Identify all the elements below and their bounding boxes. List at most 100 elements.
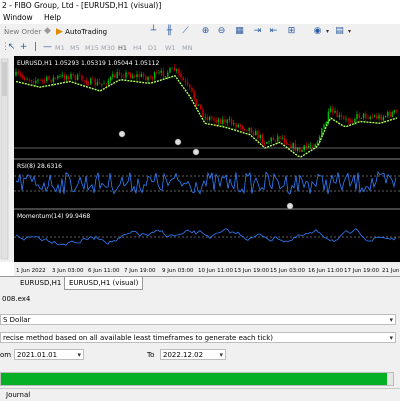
zoom-out-icon[interactable]: ⊖: [216, 26, 227, 37]
candle-body: [259, 134, 261, 139]
candle-body: [235, 123, 237, 128]
candle-body: [230, 119, 233, 125]
candle-body: [250, 127, 253, 133]
candle-body: [233, 123, 235, 125]
templates-dropdown-icon[interactable]: ▾: [344, 26, 355, 37]
time-axis-label: 16 Jun 11:00: [308, 268, 343, 274]
new-order-button[interactable]: New Order: [4, 26, 41, 38]
candle-body: [63, 74, 66, 80]
tab-journal[interactable]: Journal: [6, 389, 30, 401]
trade-marker: [192, 148, 200, 156]
tf-d1[interactable]: D1: [148, 42, 157, 54]
tf-m5[interactable]: M5: [70, 42, 80, 54]
tab-eurusd-h1[interactable]: EURUSD,H1: [16, 277, 65, 289]
scrollbar-thumb[interactable]: [2, 62, 7, 96]
candle-body: [72, 73, 74, 76]
crosshair-icon[interactable]: +: [18, 42, 29, 53]
time-axis: 1 Jun 2022 3 Jun 03:00 6 Jun 11:00 7 Jun 19…: [16, 268, 400, 274]
candle-body: [252, 132, 255, 136]
tf-mn[interactable]: MN: [182, 42, 192, 54]
tf-w1[interactable]: W1: [165, 42, 176, 54]
bar-chart-icon[interactable]: ┴: [148, 26, 159, 37]
expert-field: 008.ex4: [2, 295, 31, 303]
candle-body: [175, 69, 178, 71]
candle-body: [215, 120, 217, 123]
candle-body: [160, 70, 162, 73]
candle-body: [206, 116, 209, 121]
tab-eurusd-h1-visual[interactable]: EURUSD,H1 (visual): [64, 277, 144, 290]
vertical-line-icon[interactable]: |: [30, 42, 41, 53]
symbol-select[interactable]: S Dollar ▾: [0, 314, 396, 325]
candle-body: [255, 130, 257, 136]
model-select[interactable]: recise method based on all available lea…: [0, 332, 396, 343]
candle-body: [105, 83, 107, 85]
chart-tabs: EURUSD,H1 EURUSD,H1 (visual): [0, 276, 400, 291]
candle-body: [248, 127, 250, 131]
candle-body: [389, 111, 391, 117]
tf-m30[interactable]: M30: [101, 42, 115, 54]
candle-body: [90, 78, 92, 85]
candle-body: [266, 142, 268, 144]
candle-body: [98, 82, 101, 84]
autotrading-button[interactable]: ▶ AutoTrading: [56, 26, 107, 38]
price-chart[interactable]: EURUSD,H1 1.05293 1.05319 1.05044 1.0511…: [0, 56, 400, 276]
candle-body: [83, 80, 85, 81]
candle-body: [35, 80, 37, 83]
chart-shift-icon[interactable]: ⇥: [252, 26, 263, 37]
cursor-icon[interactable]: ↖: [6, 42, 17, 53]
tf-m1[interactable]: M1: [55, 42, 65, 54]
menu-help[interactable]: Help: [41, 11, 67, 24]
candle-body: [164, 76, 167, 77]
candle-body: [129, 73, 132, 78]
candle-body: [94, 78, 96, 86]
candle-body: [384, 116, 387, 117]
time-axis-label: 7 Jun 19:00: [124, 268, 156, 274]
tf-h4[interactable]: H4: [133, 42, 142, 54]
candle-body: [336, 111, 338, 118]
candle-body: [362, 113, 365, 119]
indicators-icon[interactable]: ⊞: [286, 26, 297, 37]
to-date-value: 2022.12.02: [163, 351, 204, 359]
to-date-field[interactable]: 2022.12.02 ▾: [160, 349, 226, 360]
candle-body: [312, 145, 314, 147]
candle-body: [204, 116, 206, 118]
menu-window[interactable]: Window: [0, 11, 39, 24]
chevron-down-icon: ▾: [389, 334, 393, 342]
chevron-down-icon: ▾: [77, 351, 81, 359]
symbol-value: S Dollar: [3, 316, 31, 324]
candle-body: [134, 76, 136, 78]
candle-body: [125, 72, 127, 78]
candlestick-icon[interactable]: ╫: [164, 26, 175, 37]
candle-body: [173, 67, 176, 71]
metaeditor-icon[interactable]: ◆: [42, 26, 53, 37]
candle-body: [360, 118, 363, 119]
candle-body: [382, 116, 385, 121]
time-axis-label: 13 Jun 19:00: [234, 268, 269, 274]
candle-body: [92, 78, 94, 79]
line-chart-icon[interactable]: ⟋: [180, 26, 191, 37]
candle-body: [200, 104, 202, 110]
autotrading-icon: ▶: [56, 27, 63, 37]
candle-body: [178, 69, 180, 74]
candle-body: [347, 118, 349, 122]
candle-body: [136, 74, 138, 78]
tile-windows-icon[interactable]: ▦: [234, 26, 245, 37]
candle-body: [195, 99, 198, 106]
autoscroll-icon[interactable]: ⇤: [268, 26, 279, 37]
from-date-field[interactable]: 2021.01.01 ▾: [14, 349, 84, 360]
periods-dropdown-icon[interactable]: ▾: [322, 26, 333, 37]
candle-body: [274, 139, 277, 142]
tf-m15[interactable]: M15: [85, 42, 99, 54]
candle-body: [314, 144, 316, 147]
zoom-in-icon[interactable]: ⊕: [200, 26, 211, 37]
horizontal-line-icon[interactable]: —: [42, 42, 53, 53]
chart-window[interactable]: EURUSD,H1 1.05293 1.05319 1.05044 1.0511…: [0, 56, 400, 276]
candle-body: [61, 74, 63, 77]
candle-body: [153, 72, 156, 79]
candle-body: [138, 74, 140, 78]
candle-body: [30, 80, 33, 82]
model-value: recise method based on all available lea…: [3, 334, 274, 342]
chevron-down-icon: ▾: [219, 351, 223, 359]
tf-h1[interactable]: H1: [118, 42, 127, 54]
candle-body: [279, 136, 281, 139]
